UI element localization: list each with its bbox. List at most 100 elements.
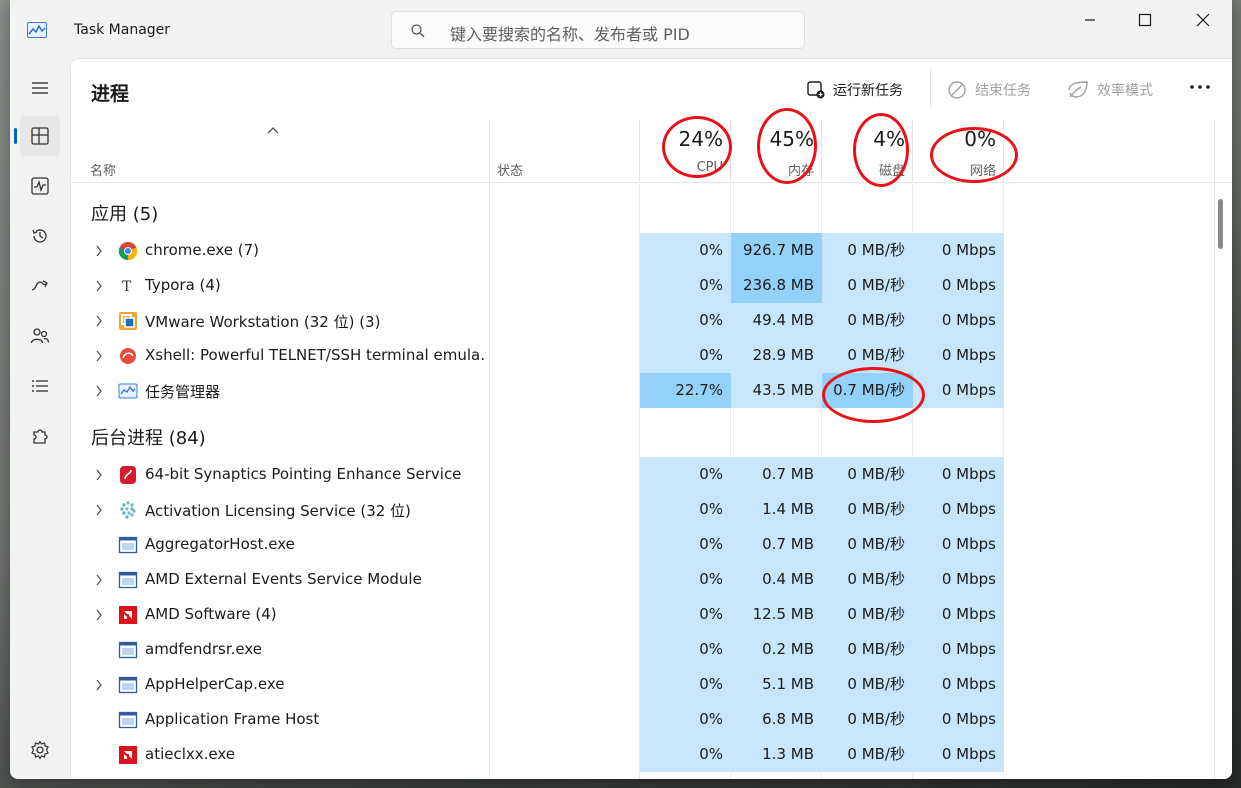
disk-value: 0 MB/秒 — [822, 702, 913, 737]
column-divider — [1214, 120, 1215, 183]
cpu-value: 22.7% — [640, 373, 731, 408]
typora-icon: T — [122, 279, 132, 295]
chevron-right-icon[interactable] — [95, 609, 103, 621]
process-name: VMware Workstation (32 位) (3) — [145, 313, 381, 331]
cpu-value: 0% — [640, 268, 731, 303]
column-memory[interactable]: 45% 内存 — [731, 120, 822, 183]
cpu-value: 0% — [640, 667, 731, 702]
column-divider — [1003, 120, 1004, 183]
network-value: 0 Mbps — [913, 737, 1004, 772]
process-name: 任务管理器 — [145, 383, 221, 401]
title-bar: Task Manager 键入要搜索的名称、发布者或 PID — [10, 0, 1232, 58]
process-row[interactable]: AMD External Events Service Module 0% 0.4 … — [71, 562, 1004, 597]
process-name: chrome.exe (7) — [145, 241, 260, 259]
process-row[interactable]: AppHelperCap.exe 0% 5.1 MB 0 MB/秒 0 Mbps — [71, 667, 1004, 702]
process-row[interactable]: Application Frame Host 0% 6.8 MB 0 MB/秒 0 Mb… — [71, 702, 1004, 737]
group-header-apps[interactable]: 应用 (5) — [91, 200, 158, 226]
column-status[interactable]: 状态 — [497, 160, 523, 179]
column-disk[interactable]: 4% 磁盘 — [822, 120, 913, 183]
memory-value: 12.5 MB — [731, 597, 822, 632]
disk-value: 0 MB/秒 — [822, 338, 913, 373]
chevron-right-icon[interactable] — [95, 469, 103, 481]
network-value: 0 Mbps — [913, 303, 1004, 338]
chevron-right-icon[interactable] — [95, 385, 103, 397]
end-task-label: 结束任务 — [975, 83, 1031, 99]
memory-label: 内存 — [787, 164, 814, 179]
disk-value: 0 MB/秒 — [822, 562, 913, 597]
efficiency-mode-button[interactable]: 效率模式 — [1067, 75, 1153, 105]
memory-value: 0.7 MB — [731, 457, 822, 492]
process-row[interactable]: 64-bit Synaptics Pointing Enhance Servic… — [71, 457, 1004, 492]
chevron-right-icon[interactable] — [95, 504, 103, 516]
chevron-right-icon[interactable] — [95, 280, 103, 292]
disk-value: 0 MB/秒 — [822, 527, 913, 562]
memory-value: 0.7 MB — [731, 527, 822, 562]
close-button[interactable] — [1188, 10, 1218, 30]
chevron-right-icon[interactable] — [95, 350, 103, 362]
process-row[interactable]: 任务管理器 22.7% 43.5 MB 0.7 MB/秒 0 Mbps — [71, 373, 1004, 408]
nav-app-history[interactable] — [20, 216, 60, 256]
column-cpu[interactable]: 24% CPU — [640, 120, 731, 183]
network-label: 网络 — [969, 164, 996, 179]
search-box[interactable]: 键入要搜索的名称、发布者或 PID — [391, 11, 805, 49]
cpu-value: 0% — [640, 338, 731, 373]
search-input[interactable]: 键入要搜索的名称、发布者或 PID — [450, 21, 690, 45]
nav-details[interactable] — [20, 366, 60, 406]
nav-startup-apps[interactable] — [20, 266, 60, 306]
end-task-icon — [948, 81, 966, 99]
column-network[interactable]: 0% 网络 — [913, 120, 1004, 183]
process-row[interactable]: AggregatorHost.exe 0% 0.7 MB 0 MB/秒 0 Mbps — [71, 527, 1004, 562]
process-row[interactable]: Xshell: Powerful TELNET/SSH terminal emu… — [71, 338, 1004, 373]
nav-performance[interactable] — [20, 166, 60, 206]
network-value: 0 Mbps — [913, 457, 1004, 492]
group-header-background[interactable]: 后台进程 (84) — [91, 424, 206, 450]
process-row[interactable]: T Typora (4) 0% 236.8 MB 0 MB/秒 0 Mbps — [71, 268, 1004, 303]
chevron-right-icon[interactable] — [95, 315, 103, 327]
hamburger-menu-button[interactable] — [20, 68, 60, 108]
processes-panel: 进程 运行新任务 结束任务 效率模式 名称 状态 24% CPU 45% 内存 … — [70, 58, 1232, 779]
process-row[interactable]: AMD Software (4) 0% 12.5 MB 0 MB/秒 0 Mbps — [71, 597, 1004, 632]
more-options-icon[interactable] — [1187, 77, 1213, 97]
process-row[interactable]: chrome.exe (7) 0% 926.7 MB 0 MB/秒 0 Mbps — [71, 233, 1004, 268]
chevron-right-icon[interactable] — [95, 679, 103, 691]
column-name[interactable]: 名称 — [90, 160, 116, 179]
disk-value: 0 MB/秒 — [822, 737, 913, 772]
process-row[interactable]: VMware Workstation (32 位) (3) 0% 49.4 MB 0 … — [71, 303, 1004, 338]
process-name: AMD Software (4) — [145, 605, 277, 623]
svg-text:T: T — [122, 279, 132, 295]
memory-total: 45% — [769, 127, 814, 151]
minimize-button[interactable] — [1075, 10, 1105, 30]
scrollbar-thumb[interactable] — [1218, 199, 1223, 249]
cpu-value: 0% — [640, 702, 731, 737]
nav-users[interactable] — [20, 316, 60, 356]
memory-value: 0.2 MB — [731, 632, 822, 667]
disk-value: 0 MB/秒 — [822, 303, 913, 338]
memory-value: 28.9 MB — [731, 338, 822, 373]
process-name: Typora (4) — [145, 276, 221, 294]
process-row[interactable]: amdfendrsr.exe 0% 0.2 MB 0 MB/秒 0 Mbps — [71, 632, 1004, 667]
task-manager-window: Task Manager 键入要搜索的名称、发布者或 PID 进程 运行新任务 … — [10, 0, 1232, 779]
chevron-right-icon[interactable] — [95, 574, 103, 586]
cpu-value: 0% — [640, 562, 731, 597]
process-name: AggregatorHost.exe — [145, 535, 295, 553]
disk-label: 磁盘 — [878, 164, 905, 179]
run-new-task-button[interactable]: 运行新任务 — [807, 75, 903, 105]
network-value: 0 Mbps — [913, 632, 1004, 667]
nav-services[interactable] — [20, 416, 60, 456]
memory-value: 6.8 MB — [731, 702, 822, 737]
process-row[interactable]: Activation Licensing Service (32 位) 0% 1.4… — [71, 492, 1004, 527]
network-value: 0 Mbps — [913, 562, 1004, 597]
end-task-button[interactable]: 结束任务 — [947, 75, 1031, 105]
synaptics-icon — [120, 466, 136, 484]
nav-processes[interactable] — [14, 116, 60, 156]
process-row[interactable]: atieclxx.exe 0% 1.3 MB 0 MB/秒 0 Mbps — [71, 737, 1004, 772]
disk-value: 0 MB/秒 — [822, 268, 913, 303]
maximize-button[interactable] — [1130, 10, 1160, 30]
cpu-value: 0% — [640, 737, 731, 772]
cpu-label: CPU — [696, 160, 723, 175]
process-name: Application Frame Host — [145, 710, 320, 728]
app-window-icon — [118, 536, 138, 554]
nav-settings[interactable] — [20, 730, 60, 770]
chevron-right-icon[interactable] — [95, 245, 103, 257]
disk-total: 4% — [873, 127, 905, 151]
